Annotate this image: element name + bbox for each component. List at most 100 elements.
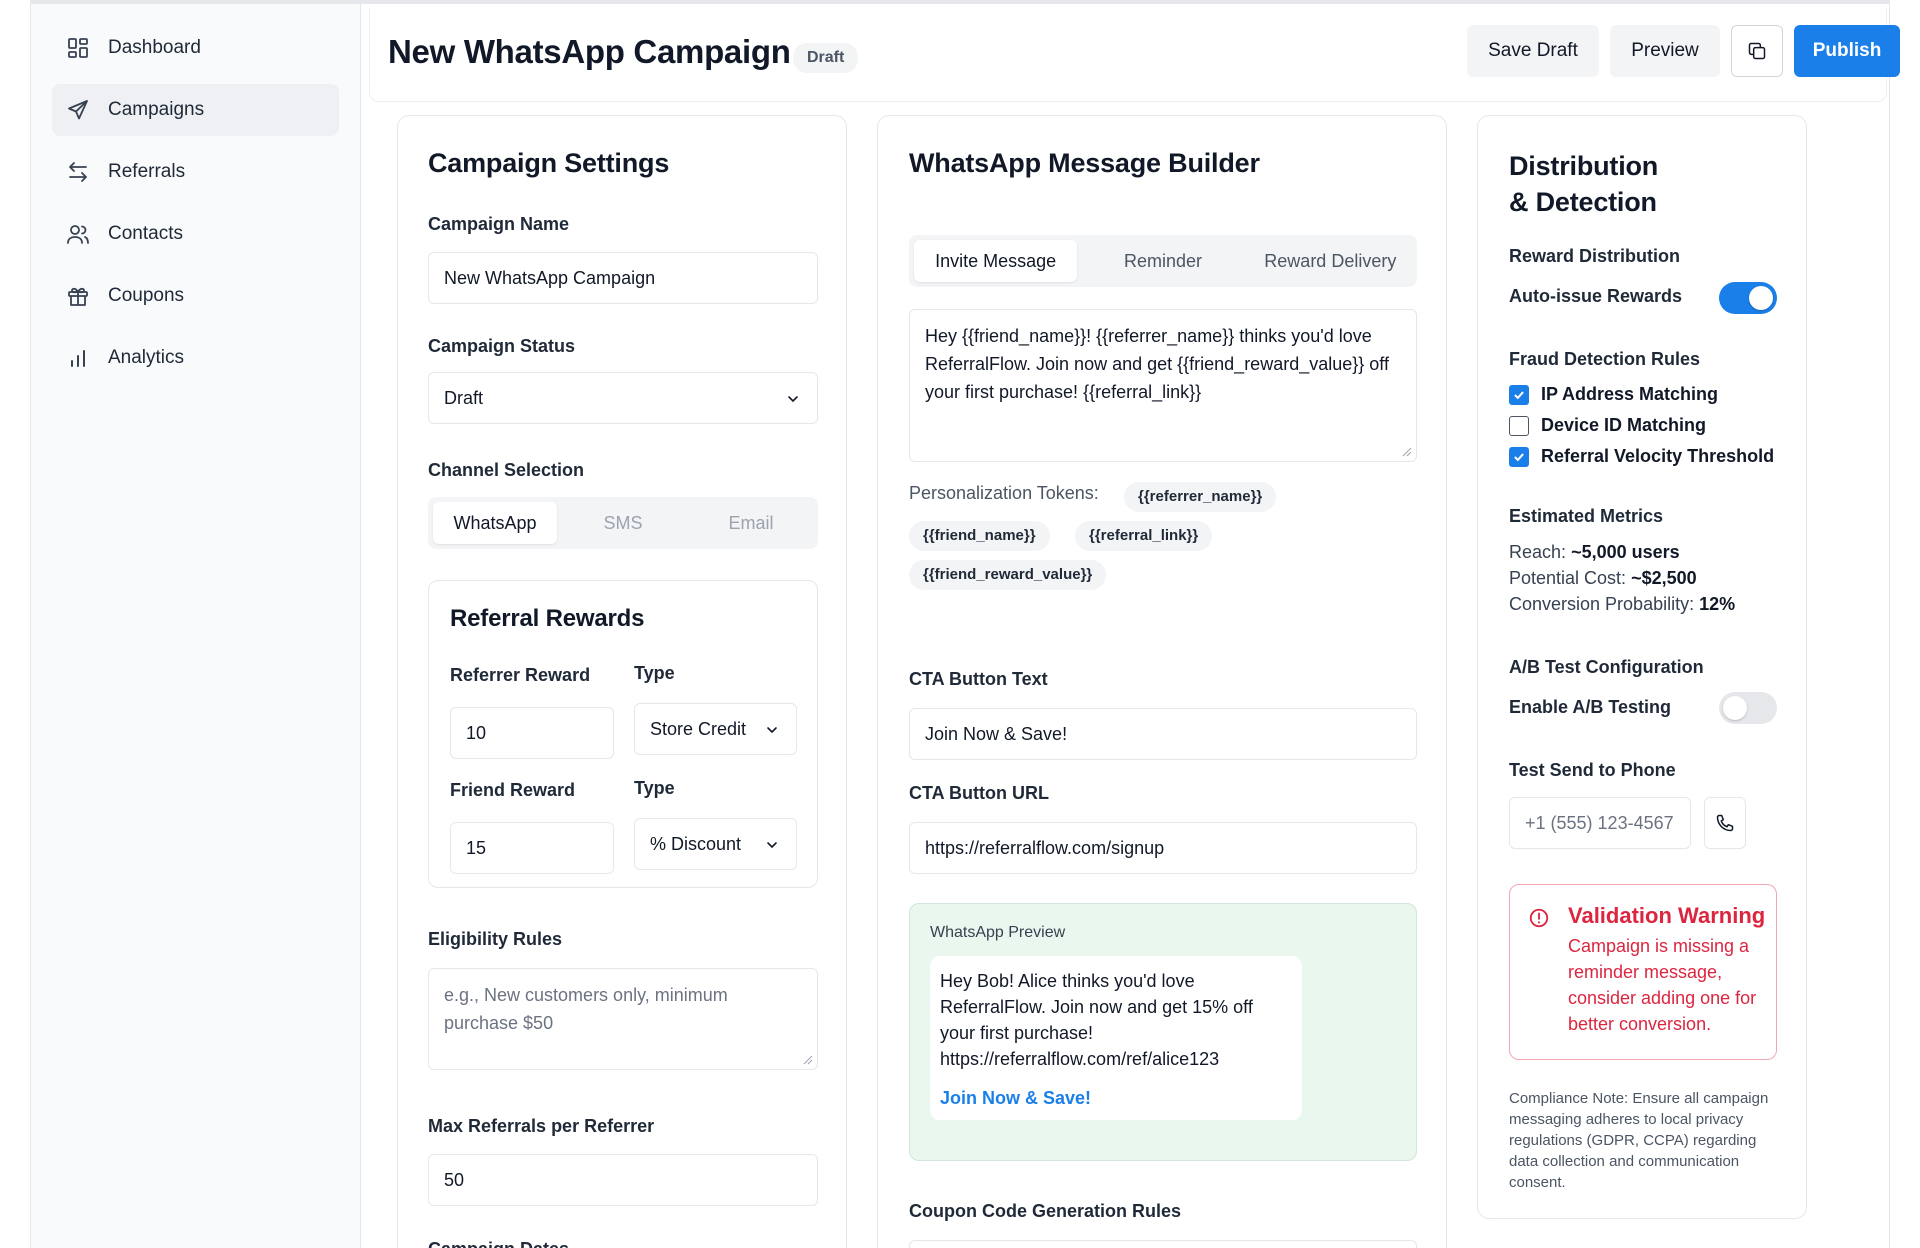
metric-reach: Reach: ~5,000 users xyxy=(1509,542,1680,563)
friend-type-value: % Discount xyxy=(650,834,742,854)
campaign-status-select[interactable]: Draft xyxy=(428,372,818,424)
reward-distribution-label: Reward Distribution xyxy=(1509,246,1681,266)
alert-circle-icon xyxy=(1529,908,1549,928)
sidebar-item-dashboard[interactable]: Dashboard xyxy=(52,22,339,74)
toggle-knob xyxy=(1749,286,1773,310)
friend-type-select[interactable]: % Discount xyxy=(634,818,797,870)
card-title: WhatsApp Message Builder xyxy=(909,148,1260,178)
checkbox[interactable] xyxy=(1509,415,1529,436)
coupon-rules-label: Coupon Code Generation Rules xyxy=(909,1201,1182,1221)
save-draft-button[interactable]: Save Draft xyxy=(1467,25,1599,77)
auto-issue-toggle[interactable] xyxy=(1719,282,1777,314)
channel-selection-label: Channel Selection xyxy=(428,460,585,480)
campaign-status-label: Campaign Status xyxy=(428,336,576,356)
sidebar-item-coupons[interactable]: Coupons xyxy=(52,270,339,322)
token-chip[interactable]: {{referrer_name}} xyxy=(1124,482,1277,512)
cta-url-input[interactable]: https://referralflow.com/signup xyxy=(909,822,1417,874)
copy-icon xyxy=(1748,42,1766,60)
cta-text-input[interactable]: Join Now & Save! xyxy=(909,708,1417,760)
compliance-note: Compliance Note: Ensure all campaign mes… xyxy=(1509,1090,1769,1191)
tab-reward-delivery[interactable]: Reward Delivery xyxy=(1249,240,1412,282)
resize-grip-icon[interactable] xyxy=(801,1053,813,1065)
test-send-button[interactable] xyxy=(1704,797,1746,849)
card-title-line: Distribution xyxy=(1509,151,1659,181)
sidebar-item-contacts[interactable]: Contacts xyxy=(52,208,339,260)
max-referrals-label: Max Referrals per Referrer xyxy=(428,1116,655,1136)
page-title: New WhatsApp Campaign xyxy=(388,33,791,70)
publish-button[interactable]: Publish xyxy=(1794,25,1900,77)
metric-label: Potential Cost: xyxy=(1509,568,1627,588)
validation-warning: Validation Warning Campaign is missing a… xyxy=(1509,884,1777,1060)
channel-option-email[interactable]: Email xyxy=(689,502,813,544)
section-title: Referral Rewards xyxy=(450,605,645,632)
chevron-down-icon xyxy=(767,842,777,849)
tab-reminder[interactable]: Reminder xyxy=(1081,240,1244,282)
fraud-rule-device[interactable]: Device ID Matching xyxy=(1509,415,1706,436)
sidebar-item-label: Contacts xyxy=(108,223,183,244)
status-badge: Draft xyxy=(793,43,859,73)
test-send-label: Test Send to Phone xyxy=(1509,760,1676,780)
checkbox-label: IP Address Matching xyxy=(1541,384,1719,404)
sidebar-item-label: Analytics xyxy=(108,347,185,368)
eligibility-rules-textarea[interactable]: e.g., New customers only, minimum purcha… xyxy=(428,968,818,1070)
referrer-type-value: Store Credit xyxy=(650,719,747,739)
max-referrals-input[interactable]: 50 xyxy=(428,1154,818,1206)
checkbox-label: Referral Velocity Threshold xyxy=(1541,446,1775,466)
campaign-name-input[interactable]: New WhatsApp Campaign xyxy=(428,252,818,304)
resize-grip-icon[interactable] xyxy=(1400,445,1412,457)
checkbox[interactable] xyxy=(1509,384,1529,405)
eligibility-rules-label: Eligibility Rules xyxy=(428,929,563,949)
preview-line: your first purchase! xyxy=(940,1023,1094,1043)
sidebar-item-label: Dashboard xyxy=(108,37,201,58)
metric-value: ~$2,500 xyxy=(1631,568,1697,588)
preview-line: ReferralFlow. Join now and get 15% off xyxy=(940,997,1253,1017)
checkbox-label: Device ID Matching xyxy=(1541,415,1707,435)
preview-cta-link[interactable]: Join Now & Save! xyxy=(940,1085,1292,1111)
sidebar-item-analytics[interactable]: Analytics xyxy=(52,332,339,384)
ab-test-toggle[interactable] xyxy=(1719,692,1777,724)
sidebar-item-label: Campaigns xyxy=(108,99,205,120)
gift-icon xyxy=(68,287,88,306)
card-title: Distribution & Detection xyxy=(1509,148,1658,220)
metric-label: Conversion Probability: xyxy=(1509,594,1695,614)
referrer-reward-input[interactable]: 10 xyxy=(450,707,614,759)
chevron-down-icon xyxy=(788,396,798,403)
sidebar-item-campaigns[interactable]: Campaigns xyxy=(52,84,339,136)
sidebar-item-label: Coupons xyxy=(108,285,185,306)
tokens-label: Personalization Tokens: xyxy=(909,483,1099,503)
phone-input[interactable]: +1 (555) 123-4567 xyxy=(1509,797,1691,849)
friend-reward-input[interactable]: 15 xyxy=(450,822,614,874)
friend-type-label: Type xyxy=(634,778,675,798)
message-builder-card: WhatsApp Message Builder Invite Message … xyxy=(877,115,1447,1248)
token-chip[interactable]: {{referral_link}} xyxy=(1075,521,1213,551)
channel-option-sms[interactable]: SMS xyxy=(561,502,685,544)
duplicate-button[interactable] xyxy=(1731,25,1783,77)
tab-invite-message[interactable]: Invite Message xyxy=(914,240,1078,282)
token-chip[interactable]: {{friend_name}} xyxy=(909,521,1050,551)
checkbox[interactable] xyxy=(1509,446,1529,467)
chevron-down-icon xyxy=(767,727,777,734)
metric-value: 12% xyxy=(1699,594,1736,614)
campaign-status-value: Draft xyxy=(444,388,484,408)
check-icon xyxy=(1514,390,1524,399)
sidebar-item-referrals[interactable]: Referrals xyxy=(52,146,339,198)
coupon-rules-input[interactable] xyxy=(909,1240,1417,1248)
estimated-metrics-label: Estimated Metrics xyxy=(1509,506,1664,526)
fraud-rule-velocity[interactable]: Referral Velocity Threshold xyxy=(1509,446,1774,467)
message-body-textarea[interactable]: Hey {{friend_name}}! {{referrer_name}} t… xyxy=(909,309,1417,462)
channel-option-whatsapp[interactable]: WhatsApp xyxy=(433,502,557,544)
card-title: Campaign Settings xyxy=(428,148,670,178)
preview-line: Hey Bob! Alice thinks you'd love xyxy=(940,971,1195,991)
metric-label: Reach: xyxy=(1509,542,1567,562)
token-chip[interactable]: {{friend_reward_value}} xyxy=(909,560,1107,590)
bar-chart-icon xyxy=(71,350,85,367)
auto-issue-label: Auto-issue Rewards xyxy=(1509,286,1683,306)
phone-icon xyxy=(1716,814,1734,832)
referrer-type-label: Type xyxy=(634,663,675,683)
preview-button[interactable]: Preview xyxy=(1610,25,1720,77)
send-icon xyxy=(68,100,88,120)
preview-label: WhatsApp Preview xyxy=(930,924,1066,941)
referrer-type-select[interactable]: Store Credit xyxy=(634,703,797,755)
warning-title: Validation Warning xyxy=(1568,903,1766,928)
fraud-rule-ip[interactable]: IP Address Matching xyxy=(1509,384,1718,405)
